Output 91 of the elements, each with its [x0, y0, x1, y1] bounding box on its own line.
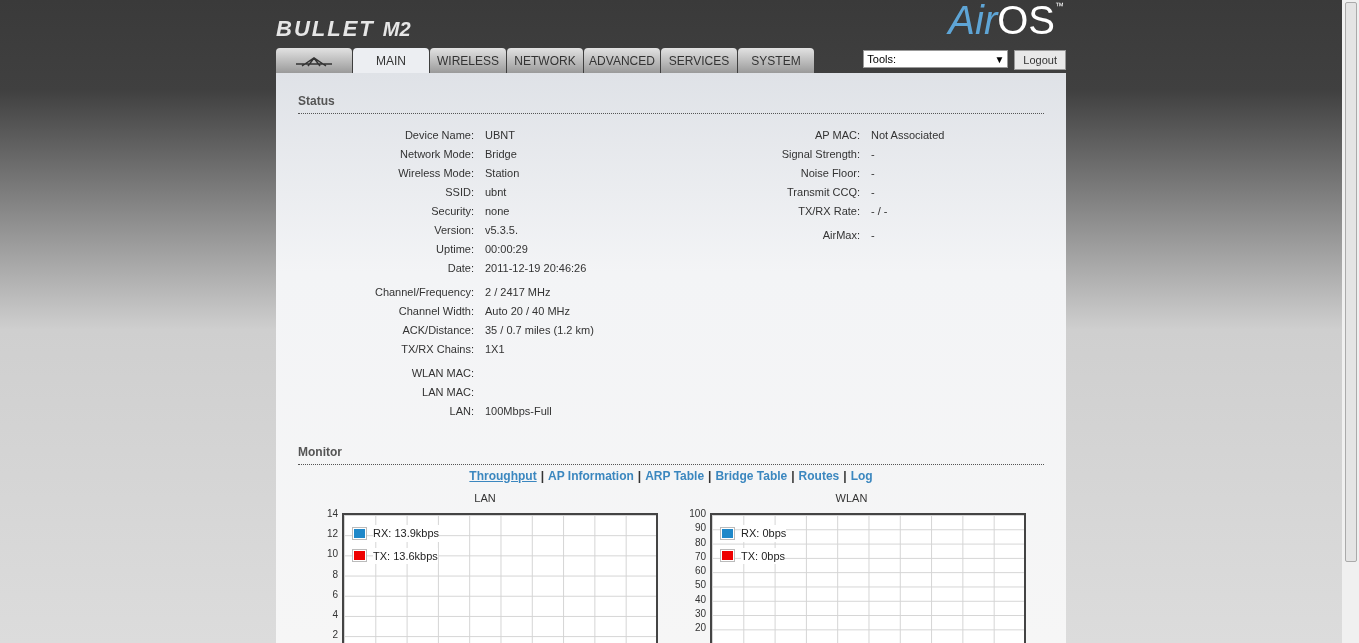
field-label: Noise Floor:	[799, 166, 861, 182]
field-value: 35 / 0.7 miles (1.2 km)	[485, 323, 594, 339]
axis-tick-label: 80	[694, 536, 706, 550]
axis-tick-label: 90	[694, 522, 706, 536]
link-separator: |	[707, 468, 713, 485]
scrollbar[interactable]	[1342, 0, 1359, 643]
field-label: AirMax:	[821, 228, 861, 244]
field-label: WLAN MAC:	[410, 366, 475, 382]
axis-tick-label: 100	[689, 508, 706, 521]
field-value: none	[485, 204, 510, 220]
field-label: Security:	[430, 204, 475, 220]
nav-tab[interactable]: SERVICES	[661, 48, 737, 73]
field-value: Not Associated	[871, 128, 945, 144]
field-value: - / -	[871, 204, 888, 220]
field-label: Uptime:	[435, 242, 475, 258]
legend-label: TX: 0bps	[741, 547, 786, 564]
field-label: TX/RX Chains:	[400, 342, 475, 358]
link-separator: |	[539, 468, 546, 485]
nav-tab[interactable]: ADVANCED	[584, 48, 660, 73]
section-title: Monitor	[298, 445, 342, 459]
field-label: ACK/Distance:	[401, 323, 475, 339]
field-value: Auto 20 / 40 MHz	[485, 304, 570, 320]
brand-air: Air	[948, 0, 998, 40]
field-label: Transmit CCQ:	[786, 185, 861, 201]
monitor-link[interactable]: Throughput	[469, 467, 537, 485]
field-label: Date:	[446, 261, 475, 277]
axis-tick-label: 40	[694, 593, 706, 607]
legend-label: RX: 13.9kbps	[373, 525, 440, 542]
legend-label: RX: 0bps	[741, 525, 787, 542]
axis-tick-label: 12	[326, 528, 338, 542]
field-label: Version:	[433, 223, 475, 239]
field-label: Wireless Mode:	[397, 166, 475, 182]
monitor-link[interactable]: AP Information	[548, 467, 634, 485]
product-model: M2	[382, 19, 411, 39]
field-label: Device Name:	[403, 128, 475, 144]
axis-tick-label: 14	[326, 508, 338, 521]
field-value: Station	[485, 166, 520, 182]
field-value: -	[871, 147, 875, 163]
field-label: LAN:	[448, 404, 475, 420]
antenna-logo-icon	[294, 54, 334, 67]
axis-tick-label: 8	[332, 568, 338, 582]
nav-tab[interactable]: SYSTEM	[738, 48, 814, 73]
field-label: AP MAC:	[813, 128, 861, 144]
link-separator: |	[636, 468, 643, 485]
field-value: 100Mbps-Full	[485, 404, 552, 420]
field-label: Network Mode:	[399, 147, 475, 163]
field-label: Channel Width:	[397, 304, 475, 320]
nav-tab[interactable]: MAIN	[353, 48, 429, 73]
field-value: -	[871, 166, 875, 182]
axis-tick-label: 70	[694, 550, 706, 564]
monitor-link[interactable]: Bridge Table	[715, 467, 788, 485]
axis-tick-label: 20	[694, 622, 706, 636]
chart-title: LAN	[474, 491, 496, 506]
axis-tick-label: 6	[332, 588, 338, 602]
axis-tick-label: 2	[332, 629, 338, 643]
field-value: -	[871, 228, 875, 244]
axis-tick-label: 10	[326, 548, 338, 562]
field-label: Signal Strength:	[780, 147, 861, 163]
field-value: UBNT	[485, 128, 515, 144]
product-name: BULLET	[276, 18, 375, 40]
scrollbar-thumb[interactable]	[1344, 2, 1357, 562]
monitor-link[interactable]: Routes	[798, 467, 840, 485]
monitor-link[interactable]: Log	[850, 467, 873, 485]
link-separator: |	[842, 468, 848, 485]
axis-tick-label: 4	[332, 608, 338, 622]
field-value: 1X1	[485, 342, 505, 358]
link-separator: |	[790, 468, 796, 485]
field-value: Bridge	[485, 147, 517, 163]
field-label: Channel/Frequency:	[373, 285, 475, 301]
monitor-link[interactable]: ARP Table	[645, 467, 705, 485]
section-title: Status	[298, 94, 335, 108]
axis-tick-label: 60	[694, 565, 706, 579]
legend-label: TX: 13.6kbps	[373, 547, 438, 564]
logout-button[interactable]: Logout	[1014, 50, 1066, 70]
trademark: ™	[1055, 0, 1064, 13]
field-value: 00:00:29	[485, 242, 528, 258]
field-label: LAN MAC:	[421, 385, 475, 401]
field-value: 2011-12-19 20:46:26	[485, 261, 587, 277]
nav-tab[interactable]: NETWORK	[507, 48, 583, 73]
chart-title: WLAN	[835, 491, 868, 506]
nav-tab[interactable]: WIRELESS	[430, 48, 506, 73]
field-label: TX/RX Rate:	[797, 204, 861, 220]
tools-dropdown[interactable]: Tools: ▼	[863, 50, 1009, 68]
logo-tab[interactable]	[276, 48, 352, 73]
field-value: v5.3.5.	[485, 223, 519, 239]
axis-tick-label: 30	[694, 608, 706, 622]
field-value: -	[871, 185, 875, 201]
axis-tick-label: 50	[694, 579, 706, 593]
field-label: SSID:	[444, 185, 475, 201]
field-value: 2 / 2417 MHz	[485, 285, 551, 301]
field-value: ubnt	[485, 185, 507, 201]
